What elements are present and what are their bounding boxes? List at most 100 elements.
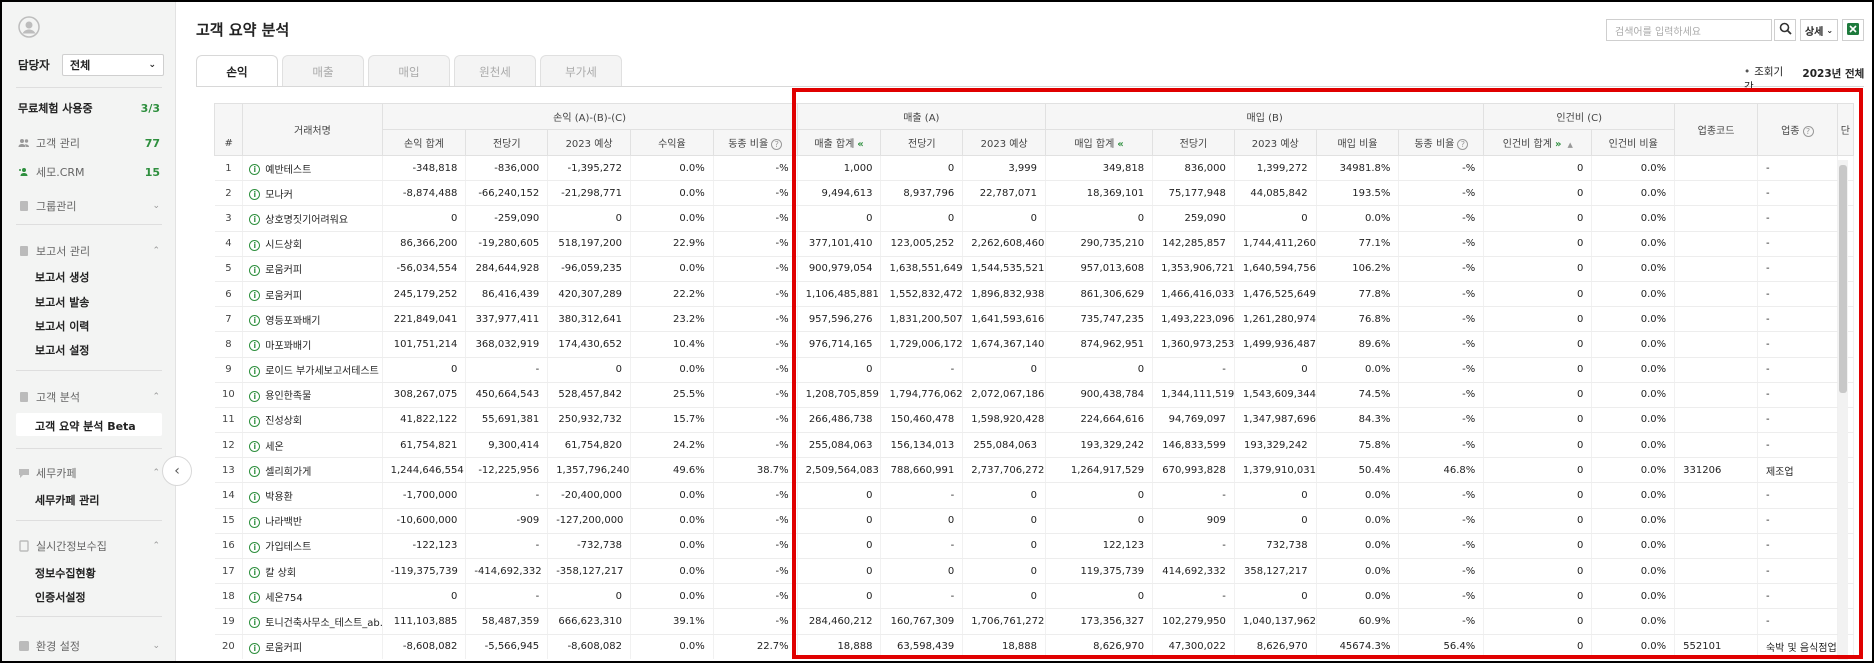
- search-input[interactable]: 검색어를 입력하세요: [1606, 19, 1772, 41]
- sort-asc-icon[interactable]: ▲: [1567, 141, 1572, 149]
- help-icon[interactable]: ?: [771, 139, 783, 150]
- sidebar-collapse-button[interactable]: ‹: [162, 456, 192, 486]
- table-row[interactable]: 9 i 로이드 부가세보고서테스트 0-0 0.0% -% 0-0 0-0 0.0% -% 0 0.0…: [214, 357, 1854, 383]
- sidebar-item-tax-cafe[interactable]: 세무카페 ⌃: [18, 465, 160, 481]
- sidebar-subitem-customer-summary[interactable]: 고객 요약 분석 Beta: [35, 418, 136, 434]
- info-icon[interactable]: i: [249, 516, 261, 528]
- sidebar-item-report-mgmt[interactable]: 보고서 관리 ⌃: [18, 243, 160, 259]
- client-name-cell[interactable]: i 세온754: [242, 583, 383, 610]
- user-avatar-icon[interactable]: [18, 16, 40, 38]
- info-icon[interactable]: i: [249, 617, 261, 629]
- client-name-cell[interactable]: i 세온: [242, 432, 383, 459]
- sidebar-item-realtime[interactable]: 실시간정보수집 ⌃: [18, 538, 160, 554]
- table-row[interactable]: 12 i 세온 61,754,821 9,300,414 61,754,820 24.2% -…: [214, 432, 1854, 459]
- col-sales-prev[interactable]: 전당기: [880, 129, 964, 156]
- search-button[interactable]: [1774, 19, 1796, 41]
- owner-select[interactable]: 전체 ⌄: [62, 54, 164, 76]
- sidebar-item-group-mgmt[interactable]: 그룹관리 ⌄: [18, 198, 160, 214]
- info-icon[interactable]: i: [249, 214, 261, 226]
- info-icon[interactable]: i: [249, 466, 261, 478]
- info-icon[interactable]: i: [249, 390, 261, 402]
- info-icon[interactable]: i: [249, 592, 261, 604]
- table-row[interactable]: 11 i 진성상회 41,822,122 55,691,381 250,932,732 15…: [214, 407, 1854, 434]
- client-name-cell[interactable]: i 용인한족물: [242, 382, 383, 408]
- table-row[interactable]: 7 i 영등포꽈배기 221,849,041 337,977,411 380,312,64…: [214, 306, 1854, 333]
- table-row[interactable]: 16 i 가입테스트 -122,123- -732,738 0.0% -% 0-0 122,12…: [214, 533, 1854, 560]
- table-row[interactable]: 5 i 로움커피 -56,034,554 284,644,928 -96,059,235 0…: [214, 256, 1854, 282]
- table-scrollbar[interactable]: [1838, 160, 1848, 660]
- table-row[interactable]: 19 i 토니건축사무소_테스트_ab... 111,103,885 58,487,35…: [214, 608, 1854, 635]
- sidebar-subitem-report-create[interactable]: 보고서 생성: [35, 269, 89, 285]
- detail-dropdown[interactable]: 상세 ⌄: [1800, 19, 1838, 41]
- collapse-left-icon[interactable]: «: [857, 139, 863, 150]
- info-icon[interactable]: i: [249, 340, 261, 352]
- client-name-cell[interactable]: i 박용환: [242, 482, 383, 509]
- info-icon[interactable]: i: [249, 239, 261, 251]
- client-name-cell[interactable]: i 영등포꽈배기: [242, 306, 383, 333]
- sidebar-subitem-info-status[interactable]: 정보수집현황: [35, 565, 96, 581]
- col-labor-total[interactable]: 인건비 합계» ▲: [1483, 129, 1593, 156]
- info-icon[interactable]: i: [249, 315, 261, 327]
- table-row[interactable]: 15 i 나라백반 -10,600,000 -909 -127,200,000 0.0% -%…: [214, 508, 1854, 534]
- sidebar-subitem-report-settings[interactable]: 보고서 설정: [35, 342, 89, 358]
- table-row[interactable]: 6 i 로움커피 245,179,252 86,416,439 420,307,289 22…: [214, 281, 1854, 308]
- client-name-cell[interactable]: i 나라백반: [242, 508, 383, 534]
- info-icon[interactable]: i: [249, 264, 261, 276]
- scrollbar-thumb[interactable]: [1839, 165, 1847, 393]
- period-select[interactable]: 2023년 전체 ⌄: [1802, 66, 1874, 93]
- client-name-cell[interactable]: i 시드상회: [242, 231, 383, 257]
- col-client[interactable]: 거래처명: [242, 103, 383, 156]
- table-row[interactable]: 2 i 모나커 -8,874,488 -66,240,152 -21,298,771 0.0…: [214, 180, 1854, 207]
- info-icon[interactable]: i: [249, 290, 261, 302]
- table-row[interactable]: 18 i 세온754 0-0 0.0% -% 0-0 0-0 0.0% -% 0 0.0% -: [214, 583, 1854, 610]
- info-icon[interactable]: i: [249, 164, 261, 176]
- client-name-cell[interactable]: i 로움커피: [242, 256, 383, 282]
- info-icon[interactable]: i: [249, 189, 261, 201]
- sidebar-subitem-report-history[interactable]: 보고서 이력: [35, 318, 89, 334]
- col-pl-forecast[interactable]: 2023 예상: [547, 129, 631, 156]
- table-row[interactable]: 14 i 박용환 -1,700,000- -20,400,000 0.0% -% 0-0 0-0…: [214, 482, 1854, 509]
- client-name-cell[interactable]: i 예반테스트: [242, 155, 383, 182]
- client-name-cell[interactable]: i 가입테스트: [242, 533, 383, 560]
- client-name-cell[interactable]: i 모나커: [242, 180, 383, 207]
- sidebar-item-env-settings[interactable]: 환경 설정 ⌄: [18, 638, 160, 654]
- client-name-cell[interactable]: i 토니건축사무소_테스트_ab...: [242, 608, 383, 635]
- sidebar-subitem-cert-settings[interactable]: 인증서설정: [35, 589, 86, 605]
- col-sales-forecast[interactable]: 2023 예상: [962, 129, 1047, 156]
- table-row[interactable]: 8 i 마포꽈배기 101,751,214 368,032,919 174,430,652…: [214, 331, 1854, 358]
- tab-pl[interactable]: 손익: [196, 55, 278, 87]
- table-row[interactable]: 1 i 예반테스트 -348,818 -836,000 -1,395,272 0.0% -% 1…: [214, 155, 1854, 182]
- help-icon[interactable]: ?: [1457, 139, 1469, 150]
- client-name-cell[interactable]: i 셀리희가게: [242, 457, 383, 484]
- col-purchase-ratio[interactable]: 매입 비율: [1315, 129, 1400, 156]
- table-row[interactable]: 17 i 칼 상회 -119,375,739 -414,692,332 -358,127,…: [214, 558, 1854, 585]
- table-row[interactable]: 13 i 셀리희가게 1,244,646,554 -12,225,956 1,357,79…: [214, 457, 1854, 484]
- tab-vat[interactable]: 부가세: [540, 55, 622, 87]
- sidebar-item-semo-crm[interactable]: 세모.CRM 15: [18, 164, 160, 180]
- col-pl-peer[interactable]: 동종 비율?: [712, 129, 798, 156]
- info-icon[interactable]: i: [249, 642, 261, 654]
- col-pl-margin[interactable]: 수익율: [629, 129, 714, 156]
- col-industry[interactable]: 업종?: [1756, 103, 1838, 156]
- client-name-cell[interactable]: i 마포꽈배기: [242, 331, 383, 358]
- info-icon[interactable]: i: [249, 365, 261, 377]
- client-name-cell[interactable]: i 칼 상회: [242, 558, 383, 585]
- info-icon[interactable]: i: [249, 541, 261, 553]
- table-row[interactable]: 20 i 로움커피 -8,608,082 -5,566,945 -8,608,082 0.0…: [214, 634, 1854, 659]
- col-purchase-total[interactable]: 매입 합계 «: [1045, 129, 1154, 156]
- col-purchase-prev[interactable]: 전당기: [1152, 129, 1235, 156]
- tab-sales[interactable]: 매출: [282, 55, 364, 87]
- expand-right-icon[interactable]: »: [1555, 139, 1561, 150]
- col-pl-prev[interactable]: 전당기: [465, 129, 549, 156]
- tab-withholding[interactable]: 원천세: [454, 55, 536, 87]
- collapse-left-icon[interactable]: «: [1117, 139, 1123, 150]
- sidebar-subitem-report-send[interactable]: 보고서 발송: [35, 294, 89, 310]
- client-name-cell[interactable]: i 진성상회: [242, 407, 383, 434]
- info-icon[interactable]: i: [249, 567, 261, 579]
- help-icon[interactable]: ?: [1802, 126, 1814, 137]
- col-purchase-peer[interactable]: 동종 비율?: [1398, 129, 1485, 156]
- sidebar-item-customer-analysis[interactable]: 고객 분석 ⌃: [18, 389, 160, 405]
- info-icon[interactable]: i: [249, 415, 261, 427]
- table-row[interactable]: 3 i 상호명짓기어려워요 0 -259,090 0 0.0% -% 0 0 0 0 259,090 0 0…: [214, 205, 1854, 232]
- info-icon[interactable]: i: [249, 491, 261, 503]
